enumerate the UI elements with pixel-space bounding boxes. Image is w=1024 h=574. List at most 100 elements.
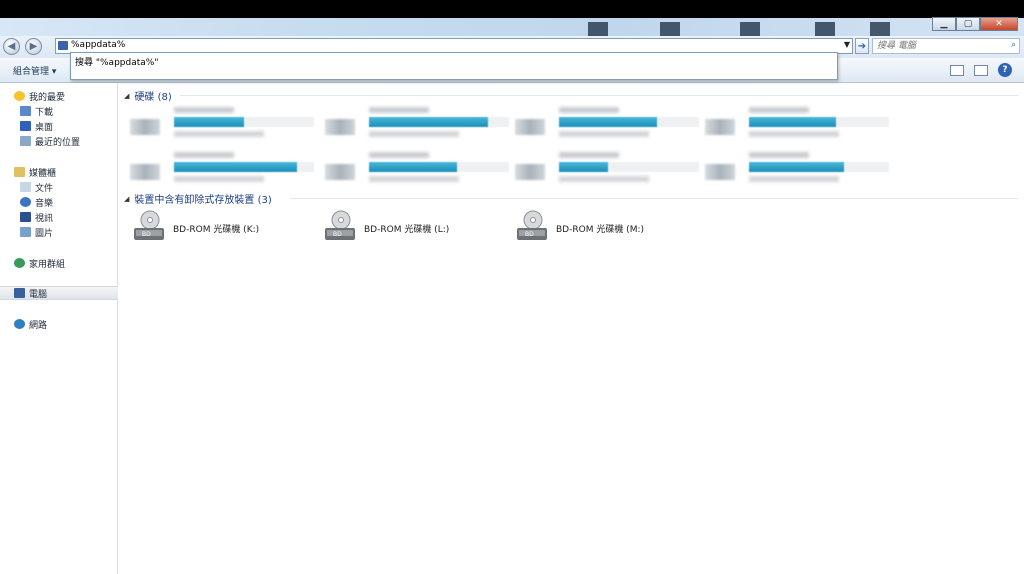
hard-disk-tile[interactable] [325, 150, 510, 186]
drive-name-blurred [369, 152, 429, 158]
disc-label: BD-ROM 光碟機 (M:) [556, 225, 644, 235]
bd-rom-drive-icon: BD [517, 210, 547, 240]
computer-icon [14, 288, 25, 298]
documents-icon [20, 182, 31, 192]
address-input[interactable]: %appdata% [71, 40, 125, 50]
drive-usage-fill [369, 162, 457, 172]
disc-drive-m[interactable]: BD BD-ROM 光碟機 (M:) [516, 210, 696, 250]
drive-space-blurred [174, 176, 264, 182]
drive-usage-fill [559, 117, 657, 127]
go-button[interactable]: ➔ [855, 38, 869, 54]
back-button[interactable]: ◀ [3, 38, 20, 55]
hard-drive-icon [130, 119, 160, 135]
sidebar-item-libraries[interactable]: 媒體櫃 [14, 165, 132, 179]
hard-disk-tile[interactable] [705, 150, 890, 186]
forward-button[interactable]: ▶ [25, 38, 42, 55]
sidebar-item-label: 音樂 [35, 198, 54, 209]
sidebar-item-label: 最近的位置 [35, 137, 81, 148]
chevron-down-icon[interactable]: ▼ [844, 40, 850, 49]
sidebar-item-label: 家用群組 [29, 259, 66, 270]
screen-top-black-bar [0, 0, 1024, 18]
collapse-triangle-icon[interactable]: ◢ [124, 92, 129, 100]
search-input[interactable] [877, 40, 1005, 52]
music-icon [20, 197, 31, 207]
search-icon[interactable]: ⌕ [1011, 40, 1016, 50]
disc-drive-l[interactable]: BD BD-ROM 光碟機 (L:) [324, 210, 504, 250]
hard-drive-icon [705, 164, 735, 180]
videos-icon [20, 212, 31, 222]
collapse-triangle-icon[interactable]: ◢ [124, 195, 129, 203]
hard-disk-tile[interactable] [325, 105, 510, 141]
hard-drive-icon [515, 119, 545, 135]
maximize-button[interactable]: ▢ [956, 17, 980, 31]
drive-name-blurred [559, 152, 619, 158]
group-header-removable[interactable]: ◢ 裝置中含有卸除式存放裝置 (3) [124, 191, 272, 207]
drive-usage-bar [369, 117, 509, 127]
sidebar-item-label: 圖片 [35, 228, 54, 239]
drive-name-blurred [749, 152, 809, 158]
minimize-button[interactable]: ▁ [932, 17, 956, 31]
help-icon[interactable]: ? [998, 63, 1012, 77]
drive-usage-fill [749, 117, 836, 127]
drive-usage-bar [174, 117, 314, 127]
sidebar-item-homegroup[interactable]: 家用群組 [14, 256, 132, 270]
hard-drive-icon [515, 164, 545, 180]
drive-space-blurred [369, 131, 459, 137]
change-view-icon[interactable] [950, 64, 964, 76]
sidebar-item-label: 網路 [29, 320, 48, 331]
pictures-icon [20, 227, 31, 237]
star-icon [14, 91, 25, 101]
drive-usage-bar [559, 117, 699, 127]
sidebar-item-label: 電腦 [29, 289, 48, 300]
go-arrow-icon: ➔ [857, 40, 867, 52]
disc-drive-k[interactable]: BD BD-ROM 光碟機 (K:) [133, 210, 313, 250]
libraries-icon [14, 167, 25, 177]
drive-usage-bar [749, 162, 889, 172]
svg-text:BD: BD [525, 231, 534, 238]
title-decoration [588, 22, 608, 36]
navigation-pane: 我的最愛 下載 桌面 最近的位置 媒體櫃 文件 音樂 視訊 圖片 家用群組 電腦 [0, 83, 118, 574]
drive-space-blurred [174, 131, 264, 137]
hard-disk-tile[interactable] [515, 105, 700, 141]
hard-disk-tile[interactable] [130, 150, 315, 186]
recent-places-icon [20, 136, 31, 146]
desktop-icon [20, 121, 31, 131]
title-decoration [870, 22, 890, 36]
sidebar-item-label: 桌面 [35, 122, 54, 133]
hard-drive-icon [130, 164, 160, 180]
title-decoration [815, 22, 835, 36]
group-header-label: 硬碟 (8) [134, 92, 172, 103]
drive-usage-fill [559, 162, 608, 172]
drive-space-blurred [559, 176, 649, 182]
content-pane: ◢ 硬碟 (8) ◢ 裝置中含有卸除式存放裝置 (3) BD BD-ROM 光碟… [120, 83, 1024, 574]
title-decoration [660, 22, 680, 36]
disc-label: BD-ROM 光碟機 (L:) [364, 225, 450, 235]
sidebar-item-favorites[interactable]: 我的最愛 [14, 89, 132, 103]
drive-name-blurred [369, 107, 429, 113]
computer-icon [58, 41, 68, 50]
organize-button[interactable]: 組合管理 ▾ [13, 64, 56, 77]
autocomplete-search-item[interactable]: 搜尋 "%appdata%" [75, 55, 158, 68]
hard-disk-tile[interactable] [130, 105, 315, 141]
search-box[interactable]: ⌕ [872, 38, 1020, 54]
window-controls: ▁ ▢ ✕ [932, 17, 1018, 31]
svg-text:BD: BD [333, 231, 342, 238]
sidebar-item-network[interactable]: 網路 [14, 317, 132, 331]
back-arrow-icon: ◀ [7, 41, 16, 52]
drive-name-blurred [749, 107, 809, 113]
hard-drive-icon [325, 119, 355, 135]
svg-text:BD: BD [142, 231, 151, 238]
preview-pane-icon[interactable] [974, 64, 988, 76]
hard-disk-tile[interactable] [515, 150, 700, 186]
drive-usage-fill [369, 117, 488, 127]
drive-usage-fill [749, 162, 844, 172]
title-decoration [740, 22, 760, 36]
disc-label: BD-ROM 光碟機 (K:) [173, 225, 260, 235]
window-title-bar[interactable] [0, 18, 1024, 36]
drive-usage-bar [559, 162, 699, 172]
close-button[interactable]: ✕ [980, 17, 1018, 31]
hard-disk-tile[interactable] [705, 105, 890, 141]
sidebar-item-computer[interactable]: 電腦 [0, 286, 118, 300]
hard-drive-icon [705, 119, 735, 135]
group-header-harddisks[interactable]: ◢ 硬碟 (8) [124, 88, 172, 104]
